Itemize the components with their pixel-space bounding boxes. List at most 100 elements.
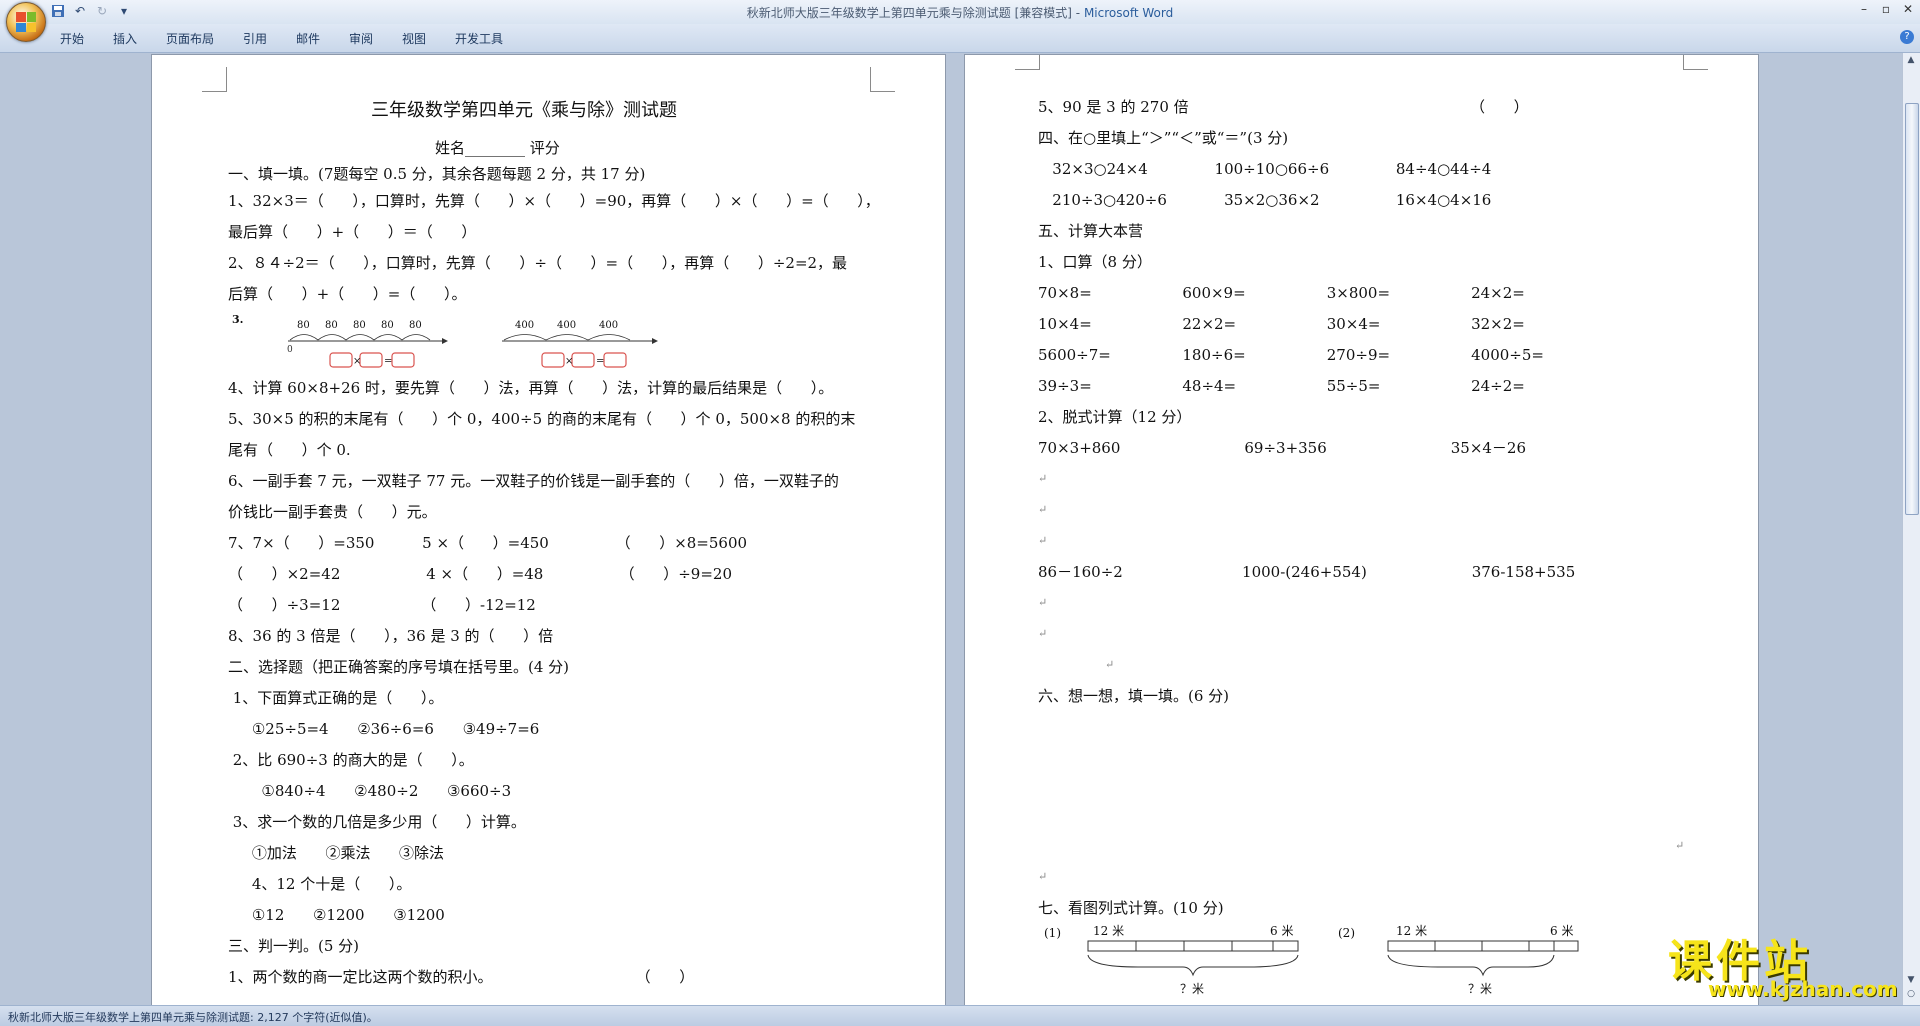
page-left[interactable]: 三年级数学第四单元《乘与除》测试题 姓名________ 评分 一、填一填。(7…	[152, 55, 945, 1005]
document-title: 秋新北师大版三年级数学上第四单元乘与除测试题 [兼容模式]	[746, 6, 1072, 20]
section-2-heading: 二、选择题（把正确答案的序号填在括号里。(4 分)	[228, 658, 570, 676]
section-5-heading: 五、计算大本营	[1038, 222, 1144, 240]
question-line: 2、８４÷2＝（ ），口算时，先算（ ）÷（ ）=（ ），再算（ ）÷2=2，最	[228, 254, 848, 272]
oral-calc-line: 39÷3= 48÷4= 55÷5= 24÷2=	[1038, 377, 1525, 395]
diagram-number: 3.	[232, 313, 243, 326]
question-line: （ ）÷3=12 （ ）-12=12	[228, 596, 536, 614]
page-right[interactable]: 5、90 是 3 的 270 倍 （ ） 四、在○里填上“＞”“＜”或“＝”(3…	[965, 55, 1758, 1005]
scroll-down-icon[interactable]: ▼	[1905, 975, 1917, 987]
scroll-up-icon[interactable]: ▲	[1905, 55, 1917, 67]
browse-object-icon[interactable]: ○	[1905, 989, 1917, 1001]
paragraph-mark: ↵	[1038, 472, 1048, 485]
document-workspace[interactable]: 三年级数学第四单元《乘与除》测试题 姓名________ 评分 一、填一填。(7…	[0, 53, 1903, 1005]
question-line: 6、一副手套 7 元，一双鞋子 77 元。一双鞋子的价钱是一副手套的（ ）倍，一…	[228, 472, 839, 490]
watermark-url: www.kjzhan.com	[1708, 977, 1898, 1001]
bar-diagram-svg: (1) 12 米 6 米 ？米 (2) 12 米 6 米 ？米	[1044, 924, 1579, 996]
question-line: 7、7×（ ）=350 5 ×（ ）=450 （ ）×8=5600	[228, 534, 748, 552]
number-line-svg: 3. 0 80 80 80 80 80 × = 400 400 400 × =	[232, 313, 658, 368]
window-controls: – ▫ ✕	[1856, 2, 1916, 16]
status-text: 秋新北师大版三年级数学上第四单元乘与除测试题: 2,127 个字符(近似值)。	[8, 1011, 378, 1024]
question-line: 1、32×3＝（ ），口算时，先算（ ）×（ ）=90，再算（ ）×（ ）=（ …	[228, 192, 880, 210]
bar-bottom-label: ？米	[1468, 982, 1492, 996]
option-line: ①12 ②1200 ③1200	[228, 906, 445, 924]
question-line: 5、30×5 的积的末尾有（ ）个 0，400÷5 的商的末尾有（ ）个 0，5…	[228, 410, 856, 428]
tick-label: 80	[325, 320, 338, 331]
subsection-heading: 2、脱式计算（12 分）	[1038, 408, 1192, 426]
scrollbar-thumb[interactable]	[1905, 103, 1919, 515]
tick-label: 400	[599, 320, 618, 331]
oral-calc-line: 5600÷7= 180÷6= 270÷9= 4000÷5=	[1038, 346, 1544, 364]
tab-review[interactable]: 审阅	[349, 30, 373, 47]
section-1-heading: 一、填一填。(7题每空 0.5 分，其余各题每题 2 分，共 17 分)	[228, 165, 646, 183]
number-line-diagram: 3. 0 80 80 80 80 80 × = 400 400 400 × =	[232, 313, 792, 373]
bar-number: (2)	[1338, 926, 1355, 940]
tick-label: 80	[353, 320, 366, 331]
ribbon-tabs: 开始 插入 页面布局 引用 邮件 审阅 视图 开发工具 ?	[0, 24, 1920, 53]
close-icon[interactable]: ✕	[1900, 2, 1916, 16]
status-bar: 秋新北师大版三年级数学上第四单元乘与除测试题: 2,127 个字符(近似值)。	[0, 1005, 1920, 1026]
title-separator: -	[1071, 6, 1084, 20]
vertical-scrollbar[interactable]: ▲ ▼ ○	[1902, 53, 1920, 1005]
tick-label: 80	[409, 320, 422, 331]
option-line: ①840÷4 ②480÷2 ③660÷3	[228, 782, 512, 800]
tab-references[interactable]: 引用	[243, 30, 267, 47]
help-icon[interactable]: ?	[1900, 30, 1914, 44]
bar-right-label: 6 米	[1270, 924, 1293, 938]
question-line: 后算（ ）+（ ）=（ ）。	[228, 285, 467, 303]
question-line: 5、90 是 3 的 270 倍 （ ）	[1038, 98, 1529, 116]
tab-insert[interactable]: 插入	[113, 30, 137, 47]
paragraph-mark: ↵	[1038, 870, 1048, 883]
section-3-heading: 三、判一判。(5 分)	[228, 937, 360, 955]
question-line: 4、计算 60×8+26 时，要先算（ ）法，再算（ ）法，计算的最后结果是（ …	[228, 379, 834, 397]
margin-corner	[870, 67, 895, 92]
section-7-heading: 七、看图列式计算。(10 分)	[1038, 899, 1224, 917]
oral-calc-line: 70×8= 600×9= 3×800= 24×2=	[1038, 284, 1525, 302]
section-4-heading: 四、在○里填上“＞”“＜”或“＝”(3 分)	[1038, 129, 1289, 147]
doc-title: 三年级数学第四单元《乘与除》测试题	[371, 100, 677, 121]
tab-home[interactable]: 开始	[60, 30, 84, 47]
name-line: 姓名________ 评分	[435, 139, 560, 157]
app-name: Microsoft Word	[1083, 6, 1174, 20]
question-line: 最后算（ ）+（ ）＝（ ）	[228, 223, 477, 241]
tick-label: 400	[557, 320, 576, 331]
section-6-heading: 六、想一想，填一填。(6 分)	[1038, 687, 1230, 705]
option-line: ①25÷5=4 ②36÷6=6 ③49÷7=6	[228, 720, 540, 738]
maximize-icon[interactable]: ▫	[1878, 2, 1894, 16]
oral-calc-line: 10×4= 22×2= 30×4= 32×2=	[1038, 315, 1525, 333]
equals-sign: =	[596, 356, 604, 367]
tab-developer[interactable]: 开发工具	[455, 30, 503, 47]
step-calc-line: 86－160÷2 1000-(246+554) 376-158+535	[1038, 563, 1576, 581]
watermark-logo: 课件站 www.kjzhan.com	[1668, 925, 1898, 1005]
equals-sign: =	[384, 356, 392, 367]
times-sign: ×	[353, 356, 361, 367]
tab-view[interactable]: 视图	[402, 30, 426, 47]
question-line: 4、12 个十是（ ）。	[228, 875, 412, 893]
paragraph-mark: ↵	[1675, 839, 1685, 852]
question-line: 尾有（ ）个 0.	[228, 441, 351, 459]
margin-corner	[1015, 55, 1040, 70]
bar-number: (1)	[1044, 926, 1061, 940]
compare-line: 210÷3○420÷6 35×2○36×2 16×4○4×16	[1038, 191, 1492, 209]
option-line: ①加法 ②乘法 ③除法	[228, 844, 445, 862]
tab-page-layout[interactable]: 页面布局	[166, 30, 214, 47]
bar-diagram: (1) 12 米 6 米 ？米 (2) 12 米 6 米 ？米	[1038, 923, 1598, 1003]
office-logo-icon	[16, 12, 36, 32]
office-button[interactable]	[6, 2, 46, 42]
paragraph-mark: ↵	[1038, 596, 1048, 609]
question-line: 1、下面算式正确的是（ ）。	[228, 689, 444, 707]
bar-left-label: 12 米	[1396, 924, 1427, 938]
step-calc-line: 70×3+860 69÷3+356 35×4－26	[1038, 439, 1527, 457]
margin-corner	[202, 67, 227, 92]
window-title: 秋新北师大版三年级数学上第四单元乘与除测试题 [兼容模式] - Microsof…	[0, 4, 1920, 21]
margin-corner	[1683, 55, 1708, 70]
question-line: 8、36 的 3 倍是（ ），36 是 3 的（ ）倍	[228, 627, 554, 645]
paragraph-mark: ↵	[1038, 627, 1048, 640]
paragraph-mark: ↵	[1038, 534, 1048, 547]
minimize-icon[interactable]: –	[1856, 2, 1872, 16]
bar-left-label: 12 米	[1093, 924, 1124, 938]
tab-mailings[interactable]: 邮件	[296, 30, 320, 47]
question-line: 价钱比一副手套贵（ ）元。	[228, 503, 437, 521]
compare-line: 32×3○24×4 100÷10○66÷6 84÷4○44÷4	[1038, 160, 1492, 178]
question-line: （ ）×2=42 4 ×（ ）=48 （ ）÷9=20	[228, 565, 733, 583]
zero-label: 0	[287, 345, 293, 355]
